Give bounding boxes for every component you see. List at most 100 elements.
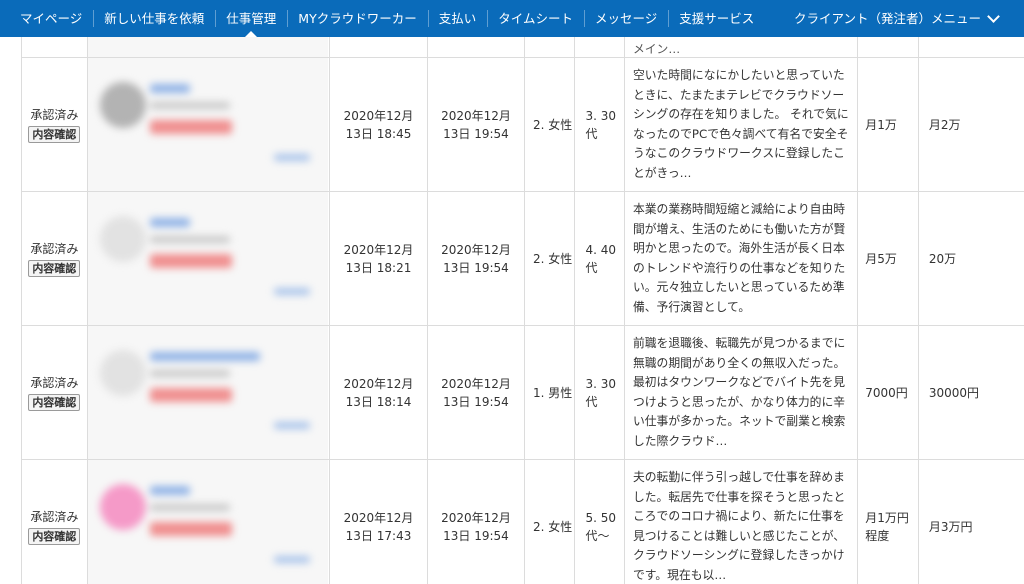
reason-text: 本業の業務時間短縮と減給により自由時間が増え、生活のためにも働いた方が賢明かと思… (632, 202, 846, 314)
user-cell (86, 191, 331, 326)
global-nav: マイページ 新しい仕事を依頼 仕事管理 MYクラウドワーカー 支払い タイムシー… (0, 0, 1024, 37)
user-link-blurred (273, 288, 310, 295)
applied-date-cell: 2020年12月 13日 18:21 (329, 191, 428, 326)
current-income-cell: 月1万円程度 (857, 459, 919, 584)
applied-date-line2: 13日 18:21 (345, 260, 412, 275)
user-sub-blurred (149, 236, 230, 243)
user-card-blurred[interactable] (87, 460, 328, 584)
goal-income-text: 20万 (928, 251, 957, 266)
gender-cell: 2. 女性 (523, 191, 576, 326)
chevron-down-icon (987, 9, 1000, 23)
confirm-details-button[interactable]: 内容確認 (28, 126, 81, 143)
current-income-text: 月1万 (865, 117, 897, 132)
avatar (99, 216, 146, 262)
nav-message[interactable]: メッセージ (584, 0, 668, 37)
applied-date-line1: 2020年12月 (343, 510, 414, 525)
client-menu[interactable]: クライアント（発注者）メニュー (793, 0, 1000, 37)
table-row: 承認済み 内容確認 (21, 459, 1024, 584)
goal-income-text: 月3万円 (928, 519, 973, 534)
updated-date-line2: 13日 19:54 (443, 394, 509, 409)
applied-date-line1: 2020年12月 (343, 108, 414, 123)
reason-text: 前職を退職後、転職先が見つかるまでに無職の期間があり全くの無収入だった。最初はタ… (632, 336, 846, 448)
user-link-blurred (273, 556, 310, 563)
user-name-blurred (149, 486, 190, 495)
user-card-blurred[interactable] (87, 326, 328, 459)
nav-payment[interactable]: 支払い (427, 0, 488, 37)
user-link-blurred (273, 154, 310, 161)
status-text: 承認済み (30, 510, 79, 524)
applied-date-line2: 13日 17:43 (345, 528, 412, 543)
gender-text: 2. 女性 (532, 251, 573, 266)
goal-income-text: 月2万 (928, 117, 961, 132)
gender-cell: 2. 女性 (523, 459, 576, 584)
nav-job-management[interactable]: 仕事管理 (215, 0, 287, 37)
updated-date-cell: 2020年12月 13日 19:54 (427, 57, 525, 192)
nav-mypage[interactable]: マイページ (0, 0, 93, 37)
nav-new-job[interactable]: 新しい仕事を依頼 (93, 0, 215, 37)
age-cell: 3. 30代 (574, 57, 625, 192)
updated-date-line2: 13日 19:54 (443, 260, 509, 275)
client-menu-label: クライアント（発注者）メニュー (793, 11, 981, 26)
applied-date-line1: 2020年12月 (343, 242, 414, 257)
status-text: 承認済み (30, 108, 79, 122)
user-name-blurred (149, 352, 260, 361)
goal-income-cell: 30000円 (917, 325, 1024, 460)
user-badge-blurred (149, 254, 232, 268)
current-income-text: 月5万 (865, 251, 897, 266)
status-cell: 承認済み 内容確認 (21, 191, 88, 326)
current-income-cell: 月1万 (857, 57, 919, 192)
reason-cell: 空いた時間になにかしたいと思っていたときに、たまたまテレビでクラウドソーシングの… (623, 57, 859, 192)
status-cell: 承認済み 内容確認 (21, 325, 88, 460)
applicant-table: メイン… 承認済み 内容確認 2020年12月 13日 18:45 2020年1… (21, 22, 1024, 584)
user-sub-blurred (149, 102, 230, 109)
gender-text: 1. 男性 (532, 385, 573, 400)
age-cell: 5. 50代〜 (574, 459, 625, 584)
age-cell: 4. 40代 (574, 191, 625, 326)
updated-date-cell: 2020年12月 13日 19:54 (427, 459, 525, 584)
status-text: 承認済み (30, 242, 79, 256)
status-cell: 承認済み 内容確認 (21, 57, 88, 192)
nav-support[interactable]: 支援サービス (668, 0, 765, 37)
confirm-details-button[interactable]: 内容確認 (28, 394, 81, 411)
reason-text: メイン… (632, 42, 681, 56)
user-name-blurred (149, 84, 190, 93)
table-row: 承認済み 内容確認 (21, 325, 1024, 460)
user-sub-blurred (149, 370, 230, 377)
age-text: 5. 50代〜 (585, 510, 616, 543)
gender-cell: 1. 男性 (523, 325, 576, 460)
applied-date-line1: 2020年12月 (343, 376, 414, 391)
nav-my-crowdworker[interactable]: MYクラウドワーカー (287, 0, 427, 37)
reason-text: 夫の転勤に伴う引っ越しで仕事を辞めました。転居先で仕事を探そうと思ったところでの… (632, 470, 846, 582)
user-card-blurred[interactable] (87, 58, 328, 191)
nav-timesheet[interactable]: タイムシート (487, 0, 584, 37)
current-income-cell: 7000円 (857, 325, 919, 460)
updated-date-line2: 13日 19:54 (443, 528, 509, 543)
user-cell (86, 325, 331, 460)
updated-date-cell: 2020年12月 13日 19:54 (427, 191, 525, 326)
status-text: 承認済み (30, 376, 79, 390)
applied-date-cell: 2020年12月 13日 18:14 (329, 325, 428, 460)
applicant-table-container: メイン… 承認済み 内容確認 2020年12月 13日 18:45 2020年1… (21, 22, 1024, 584)
table-row: 承認済み 内容確認 (21, 57, 1024, 192)
user-name-blurred (149, 218, 190, 227)
reason-text: 空いた時間になにかしたいと思っていたときに、たまたまテレビでクラウドソーシングの… (632, 68, 849, 180)
reason-cell: 夫の転勤に伴う引っ越しで仕事を辞めました。転居先で仕事を探そうと思ったところでの… (623, 459, 859, 584)
user-card-blurred[interactable] (87, 192, 328, 325)
user-badge-blurred (149, 522, 232, 536)
gender-text: 2. 女性 (532, 117, 573, 132)
updated-date-line1: 2020年12月 (441, 376, 511, 391)
confirm-details-button[interactable]: 内容確認 (28, 260, 81, 277)
gender-cell: 2. 女性 (523, 57, 576, 192)
confirm-details-button[interactable]: 内容確認 (28, 528, 81, 545)
goal-income-cell: 月2万 (917, 57, 1024, 192)
applied-date-cell: 2020年12月 13日 17:43 (329, 459, 428, 584)
table-row: 承認済み 内容確認 (21, 191, 1024, 326)
current-income-text: 月1万円程度 (865, 510, 909, 543)
status-cell: 承認済み 内容確認 (21, 459, 88, 584)
updated-date-cell: 2020年12月 13日 19:54 (427, 325, 525, 460)
updated-date-line2: 13日 19:54 (443, 126, 509, 141)
goal-income-text: 30000円 (928, 385, 980, 400)
updated-date-line1: 2020年12月 (441, 242, 511, 257)
avatar (99, 484, 146, 530)
user-cell (86, 459, 331, 584)
